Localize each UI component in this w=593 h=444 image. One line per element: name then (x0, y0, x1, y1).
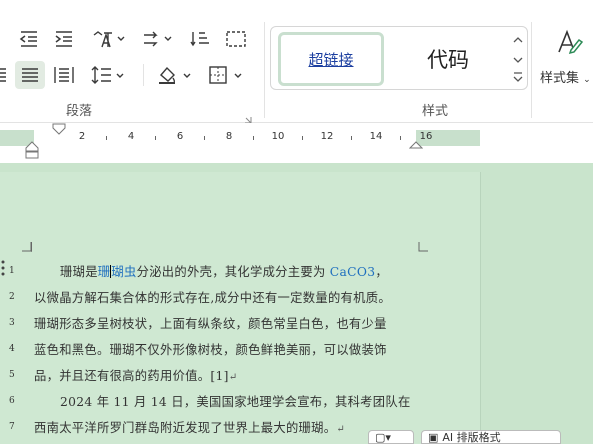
text-run: 西南太平洋所罗门群岛附近发现了世界上最大的珊瑚。 (34, 421, 337, 435)
line-number: 3 (9, 318, 15, 328)
left-indent-marker[interactable] (25, 137, 39, 159)
decrease-indent-icon[interactable] (16, 27, 42, 51)
drag-handle-icon[interactable] (0, 258, 6, 282)
text-run: 珊瑚形态多呈树枝状，上面有纵条纹，颜色常呈白色，也有少量 (34, 317, 387, 331)
text-direction-icon[interactable] (88, 27, 128, 51)
text-line[interactable]: 珊瑚是珊瑚虫分泌出的外壳，其化学成分主要为 CaCO3， (60, 262, 388, 280)
ruler-tick (253, 136, 254, 140)
text-run: 2024 年 11 月 14 日，美国国家地理学会宣布，其科考团队在 (60, 395, 411, 409)
text-line[interactable]: 以微晶方解石集合体的形式存在,成分中还有一定数量的有机质。 (34, 288, 391, 306)
text-run: CaCO3 (329, 265, 376, 279)
margin-corner-mark (418, 242, 428, 252)
ai-layout-label: AI 排版格式 (442, 431, 501, 444)
align-left-icon[interactable] (0, 66, 6, 84)
dialog-launcher-icon[interactable] (244, 109, 252, 124)
text-run: [1] (210, 369, 229, 383)
style-set-label[interactable]: 样式集 ⌄ (540, 67, 591, 86)
text-run: 瑚虫 (111, 265, 137, 279)
style-hyperlink[interactable]: 超链接 (278, 32, 384, 86)
ribbon: 段落 超链接 代码 样式 样式集 ⌄ (0, 0, 593, 124)
paragraph-mark: ↵ (228, 372, 238, 383)
sort-icon[interactable] (187, 27, 215, 51)
styles-group-label: 样式 (422, 104, 449, 119)
text-run: 珊 (97, 265, 111, 279)
text-run: 品，并且还有很高的药用价值。 (34, 369, 211, 383)
clipboard-icon: ▢▾ (375, 430, 391, 444)
borders-icon[interactable] (206, 62, 246, 88)
text-line[interactable]: 品，并且还有很高的药用价值。[1]↵ (34, 366, 237, 384)
text-run: ， (375, 265, 388, 279)
line-number: 5 (9, 370, 15, 380)
text-run: 珊瑚是 (60, 265, 98, 279)
style-code[interactable]: 代码 (389, 32, 507, 86)
show-hide-marks-icon[interactable] (222, 27, 250, 51)
line-number: 7 (9, 422, 15, 432)
text-run: 以微晶方解石集合体的形式存在,成分中还有一定数量的有机质。 (34, 291, 391, 305)
divider (143, 64, 144, 86)
distributed-align-icon[interactable] (50, 62, 78, 88)
style-set-text: 样式集 (540, 71, 580, 86)
ruler-number: 12 (320, 131, 334, 142)
text-run: 蓝色和黑色。珊瑚不仅外形像树枝，颜色鲜艳美丽，可以做装饰 (34, 343, 387, 357)
align-justify-icon[interactable] (15, 61, 45, 89)
styles-gallery: 超链接 代码 (270, 26, 528, 90)
line-break-direction-icon[interactable] (140, 27, 176, 51)
text-run: 分泌出的外壳，其化学成分主要为 (136, 265, 330, 279)
ruler-tick (204, 136, 205, 140)
ruler-tick (302, 136, 303, 140)
ruler-tick (106, 136, 107, 140)
gallery-scroll[interactable] (511, 31, 525, 87)
paragraph-mark: ↵ (336, 424, 346, 435)
ruler-number: 2 (78, 131, 86, 142)
ruler-number: 8 (225, 131, 233, 142)
ruler-tick (400, 136, 401, 140)
increase-indent-icon[interactable] (51, 27, 77, 51)
first-line-indent-marker[interactable] (52, 123, 66, 135)
ai-layout-button[interactable]: ▣ AI 排版格式 (421, 430, 561, 444)
shading-icon[interactable] (155, 62, 195, 88)
style-set-icon (558, 29, 584, 55)
ruler-number: 6 (176, 131, 184, 142)
paragraph-group-label: 段落 (66, 104, 93, 119)
text-line[interactable]: 2024 年 11 月 14 日，美国国家地理学会宣布，其科考团队在 (60, 392, 411, 410)
line-spacing-icon[interactable] (88, 62, 128, 88)
ruler-tick (155, 136, 156, 140)
text-line[interactable]: 蓝色和黑色。珊瑚不仅外形像树枝，颜色鲜艳美丽，可以做装饰 (34, 340, 387, 358)
line-number: 6 (9, 396, 15, 406)
ai-icon: ▣ (428, 430, 439, 444)
group-divider (264, 22, 265, 118)
ruler-tick (351, 136, 352, 140)
margin-corner-mark (22, 242, 32, 252)
line-number: 4 (9, 344, 15, 354)
ruler-number: 4 (127, 131, 135, 142)
horizontal-ruler[interactable]: 2 4 6 8 10 12 14 16 (0, 123, 593, 163)
line-number: 2 (9, 292, 15, 302)
line-number: 1 (9, 266, 15, 276)
format-painter-button[interactable]: ▢▾ (368, 430, 414, 444)
text-line[interactable]: 西南太平洋所罗门群岛附近发现了世界上最大的珊瑚。↵ (34, 418, 345, 436)
ruler-number: 14 (369, 131, 383, 142)
chevron-down-icon: ⌄ (583, 75, 591, 85)
right-indent-marker[interactable] (409, 137, 423, 149)
ruler-number: 10 (271, 131, 285, 142)
text-line[interactable]: 珊瑚形态多呈树枝状，上面有纵条纹，颜色常呈白色，也有少量 (34, 314, 387, 332)
group-divider-2 (531, 22, 532, 118)
